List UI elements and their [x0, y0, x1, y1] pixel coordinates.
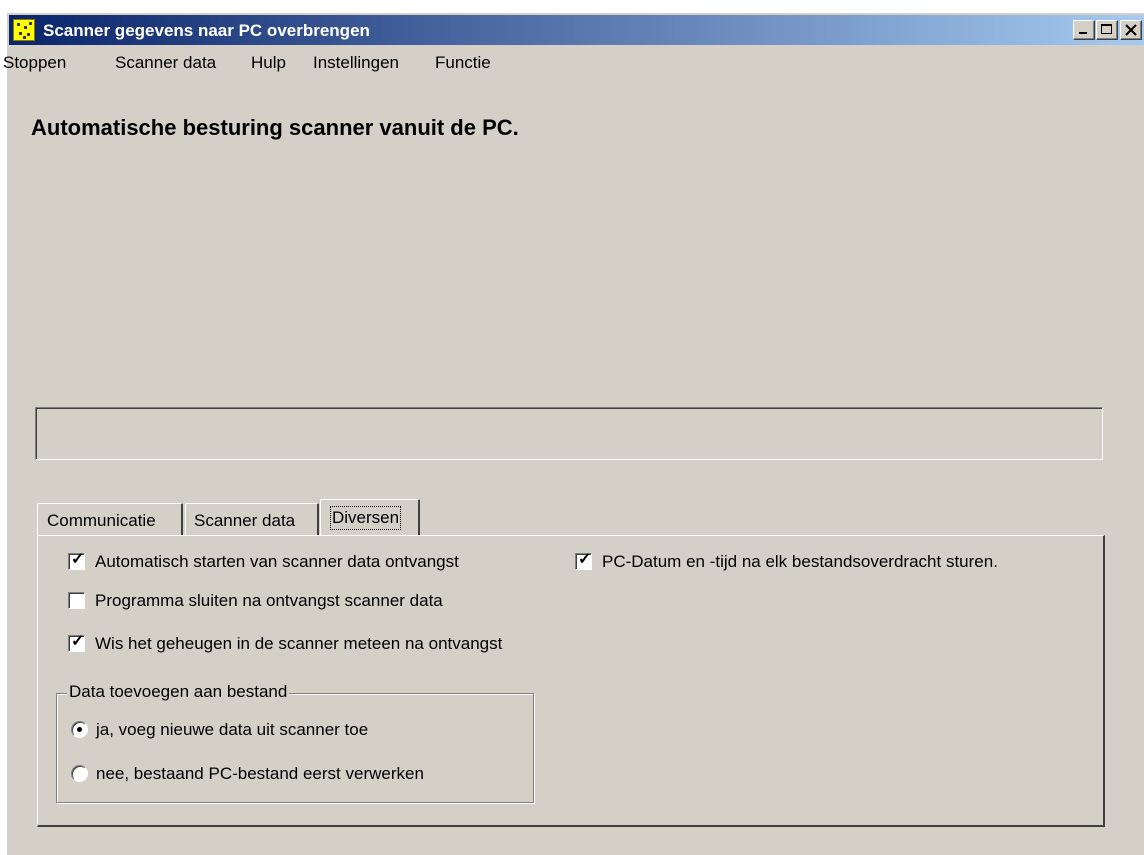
minimize-button[interactable]	[1073, 20, 1095, 40]
checkmark-icon: ✓	[71, 551, 85, 568]
app-window: Scanner gegevens naar PC overbrengen Sto…	[3, 12, 1144, 855]
tab-label: Diversen	[329, 506, 402, 530]
clear-memory-label: Wis het geheugen in de scanner meteen na…	[95, 634, 503, 653]
menu-functie[interactable]: Functie	[435, 53, 491, 73]
close-after-checkbox[interactable]	[68, 592, 85, 609]
title-bar[interactable]: Scanner gegevens naar PC overbrengen	[9, 15, 1144, 45]
send-datetime-checkbox[interactable]: ✓	[575, 551, 592, 570]
close-after-label: Programma sluiten na ontvangst scanner d…	[95, 591, 443, 610]
append-data-group: Data toevoegen aan bestand ja, voeg nieu…	[56, 682, 534, 803]
append-data-group-label: Data toevoegen aan bestand	[67, 682, 290, 702]
page-title: Automatische besturing scanner vanuit de…	[31, 115, 519, 140]
menu-stoppen[interactable]: Stoppen	[3, 53, 66, 73]
auto-start-label: Automatisch starten van scanner data ont…	[95, 552, 459, 571]
maximize-icon	[1101, 24, 1112, 34]
maximize-button[interactable]	[1096, 20, 1118, 40]
checkmark-icon: ✓	[578, 551, 592, 568]
tab-label: Scanner data	[194, 511, 296, 530]
tab-diversen[interactable]: Diversen	[320, 499, 420, 535]
clear-memory-checkbox[interactable]: ✓	[68, 633, 85, 652]
auto-start-checkbox[interactable]: ✓	[68, 551, 85, 570]
tab-panel-diversen: ✓ Automatisch starten van scanner data o…	[37, 535, 1105, 827]
close-icon	[1125, 24, 1137, 36]
send-datetime-label: PC-Datum en -tijd na elk bestandsoverdra…	[602, 552, 998, 571]
menu-hulp[interactable]: Hulp	[251, 53, 286, 73]
menu-instellingen[interactable]: Instellingen	[313, 53, 399, 73]
radio-selected-dot	[77, 727, 82, 732]
tab-communicatie[interactable]: Communicatie	[37, 503, 183, 535]
scanner-app-icon[interactable]	[13, 19, 35, 41]
tab-scanner-data[interactable]: Scanner data	[185, 503, 319, 535]
status-panel	[35, 407, 1103, 460]
append-yes-radio[interactable]	[71, 721, 88, 738]
tab-label: Communicatie	[47, 511, 156, 530]
close-button[interactable]	[1120, 20, 1142, 40]
append-no-label: nee, bestaand PC-bestand eerst verwerken	[96, 764, 424, 783]
append-no-radio[interactable]	[71, 765, 88, 782]
minimize-icon	[1079, 32, 1087, 34]
append-yes-label: ja, voeg nieuwe data uit scanner toe	[96, 720, 369, 739]
window-title: Scanner gegevens naar PC overbrengen	[43, 21, 370, 40]
checkmark-icon: ✓	[71, 633, 85, 650]
menu-scanner-data[interactable]: Scanner data	[115, 53, 216, 73]
